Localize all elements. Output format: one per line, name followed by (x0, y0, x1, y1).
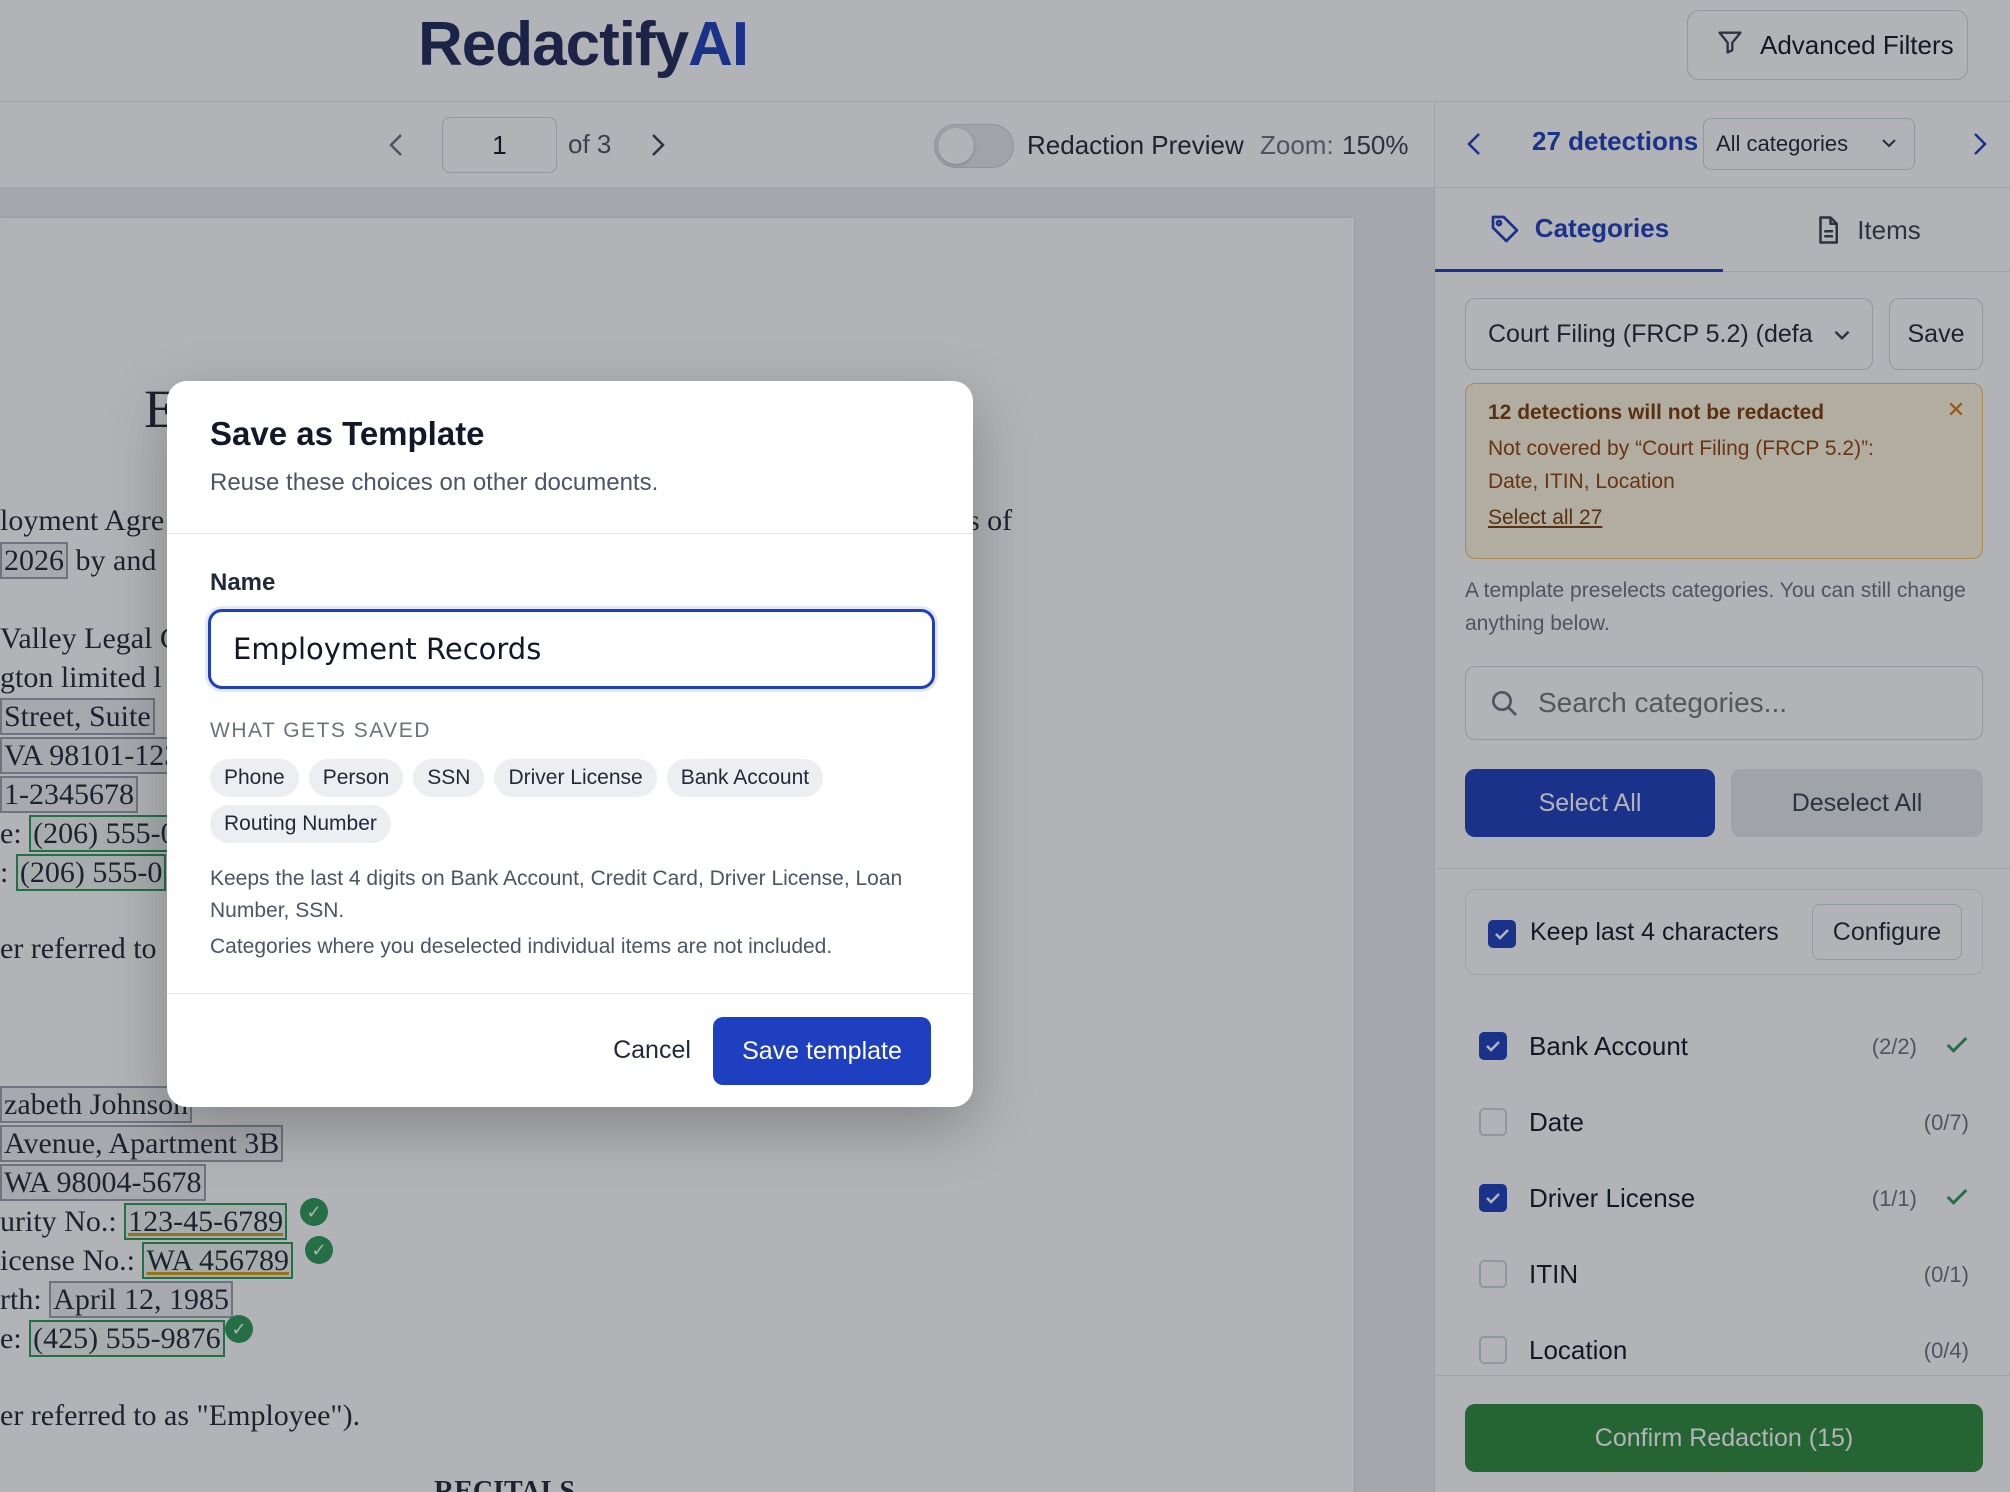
save-template-submit-button[interactable]: Save template (713, 1017, 931, 1085)
divider (167, 993, 973, 994)
cancel-button[interactable]: Cancel (577, 1017, 727, 1083)
save-template-dialog: Save as Template Reuse these choices on … (167, 381, 973, 1107)
chip-routing-number: Routing Number (210, 805, 391, 843)
keeps-digits-note: Keeps the last 4 digits on Bank Account,… (210, 867, 903, 922)
not-included-note: Categories where you deselected individu… (210, 935, 833, 958)
chip-bank-account: Bank Account (666, 759, 824, 797)
chip-person: Person (308, 759, 404, 797)
saved-categories-chips: Phone Person SSN Driver License Bank Acc… (210, 759, 950, 843)
divider (167, 533, 973, 534)
template-name-input[interactable] (208, 609, 935, 689)
what-gets-saved-heading: WHAT GETS SAVED (210, 719, 431, 742)
dialog-title: Save as Template (210, 415, 485, 452)
chip-driver-license: Driver License (494, 759, 657, 797)
chip-ssn: SSN (413, 759, 485, 797)
name-label: Name (210, 569, 276, 596)
chip-phone: Phone (210, 759, 299, 797)
dialog-subtitle: Reuse these choices on other documents. (210, 469, 659, 496)
